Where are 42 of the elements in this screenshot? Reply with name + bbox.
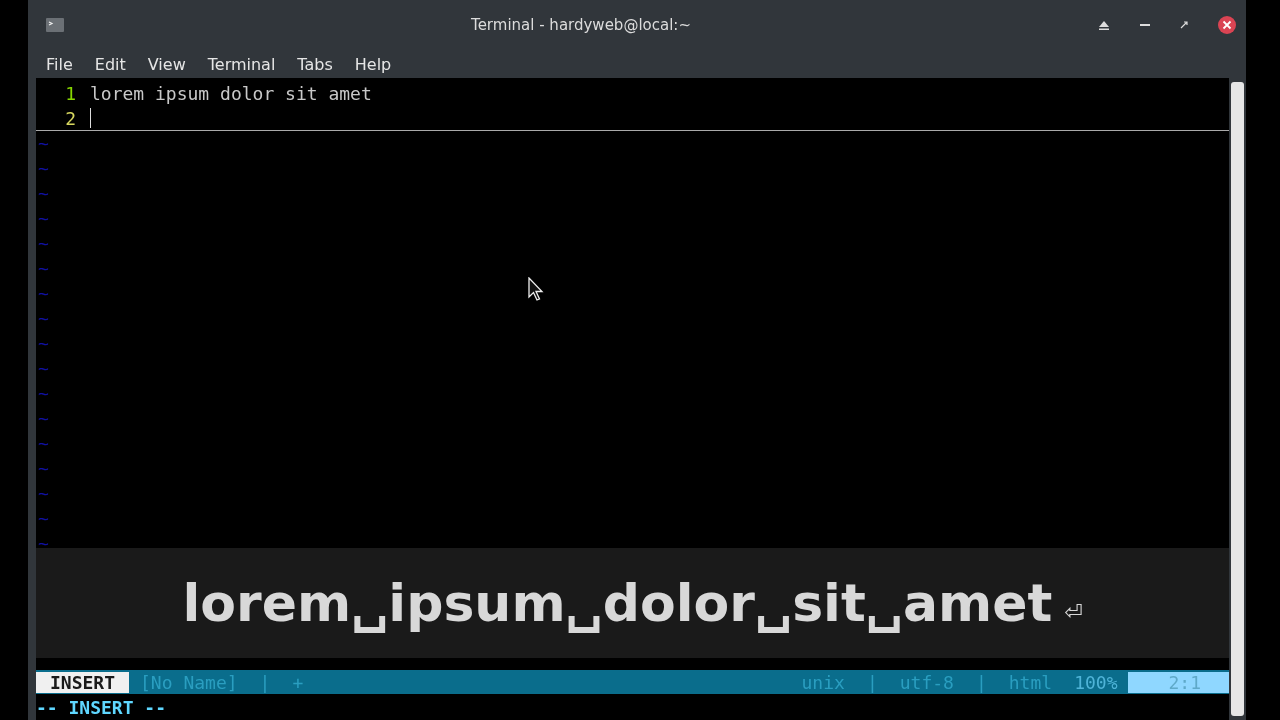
empty-line-marker: ~ — [37, 433, 49, 454]
mode-message: -- INSERT -- — [36, 696, 167, 718]
empty-line-marker: ~ — [37, 383, 49, 404]
keep-above-icon[interactable] — [1098, 20, 1110, 30]
scrollbar[interactable] — [1229, 78, 1246, 720]
mouse-pointer-icon — [528, 277, 544, 301]
menu-item[interactable]: Help — [354, 54, 392, 74]
status-text: + — [291, 671, 305, 693]
empty-line-marker: ~ — [37, 158, 49, 179]
keystroke-text: lorem␣ipsum␣dolor␣sit␣amet — [182, 573, 1053, 633]
status-text: | — [865, 671, 879, 693]
empty-line-marker: ~ — [37, 358, 49, 379]
empty-line-marker: ~ — [37, 408, 49, 429]
empty-line-marker: ~ — [37, 233, 49, 254]
empty-line-marker: ~ — [37, 458, 49, 479]
empty-line-marker: ~ — [37, 508, 49, 529]
empty-line-marker: ~ — [37, 308, 49, 329]
enter-key-symbol: ⏎ — [1064, 592, 1083, 628]
empty-line-marker: ~ — [37, 133, 49, 154]
empty-line-marker: ~ — [37, 183, 49, 204]
status-text: | — [258, 671, 272, 693]
window-title: Terminal - hardyweb@local:~ — [470, 16, 692, 34]
empty-line-marker: ~ — [37, 533, 49, 554]
empty-line-marker: ~ — [37, 208, 49, 229]
text-cursor — [90, 108, 91, 128]
menu-item[interactable]: Terminal — [207, 54, 276, 74]
terminal-icon — [46, 18, 64, 32]
empty-line-marker: ~ — [37, 283, 49, 304]
line-number: 2 — [64, 107, 77, 129]
code-line: lorem ipsum dolor sit amet — [90, 83, 372, 104]
status-text: | — [974, 671, 988, 693]
menu-item[interactable]: Edit — [94, 54, 126, 74]
menu-item[interactable]: Tabs — [297, 54, 333, 74]
mode-indicator: INSERT — [36, 671, 130, 693]
line-number: 1 — [64, 83, 77, 104]
menu-item[interactable]: View — [147, 54, 186, 74]
menu-item[interactable]: File — [46, 54, 73, 74]
empty-line-marker: ~ — [37, 258, 49, 279]
close-icon[interactable] — [1218, 16, 1236, 34]
empty-line-marker: ~ — [37, 483, 49, 504]
empty-line-marker: ~ — [37, 333, 49, 354]
maximize-icon[interactable] — [1180, 21, 1188, 29]
